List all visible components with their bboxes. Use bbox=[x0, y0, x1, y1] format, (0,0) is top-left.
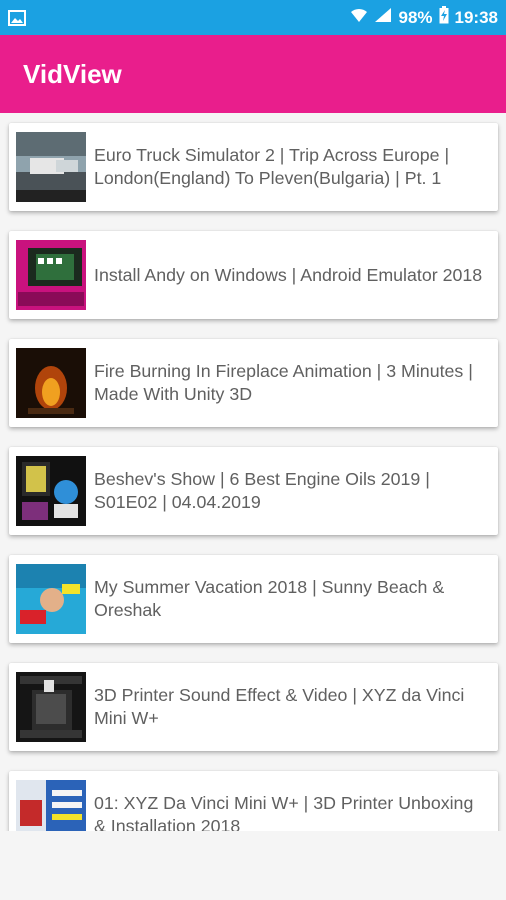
video-list: Euro Truck Simulator 2 | Trip Across Eur… bbox=[0, 113, 506, 831]
video-title: Install Andy on Windows | Android Emulat… bbox=[94, 264, 483, 285]
video-title: 3D Printer Sound Effect & Video | XYZ da… bbox=[94, 685, 465, 728]
signal-icon bbox=[374, 7, 392, 28]
app-bar: VidView bbox=[0, 35, 506, 113]
video-card[interactable]: My Summer Vacation 2018 | Sunny Beach & … bbox=[9, 555, 498, 643]
bottom-blank-area bbox=[0, 831, 506, 900]
video-thumbnail bbox=[16, 780, 86, 831]
video-title: My Summer Vacation 2018 | Sunny Beach & … bbox=[94, 577, 445, 620]
video-card[interactable]: Beshev's Show | 6 Best Engine Oils 2019 … bbox=[9, 447, 498, 535]
video-thumbnail bbox=[16, 456, 86, 526]
status-bar: 98% 19:38 bbox=[0, 0, 506, 35]
video-list-viewport[interactable]: Euro Truck Simulator 2 | Trip Across Eur… bbox=[0, 113, 506, 831]
video-thumbnail bbox=[16, 348, 86, 418]
wifi-icon bbox=[350, 7, 368, 28]
video-card[interactable]: 01: XYZ Da Vinci Mini W+ | 3D Printer Un… bbox=[9, 771, 498, 831]
video-title: Euro Truck Simulator 2 | Trip Across Eur… bbox=[94, 145, 450, 188]
video-title: Beshev's Show | 6 Best Engine Oils 2019 … bbox=[94, 469, 430, 512]
image-icon bbox=[8, 8, 28, 28]
video-thumbnail bbox=[16, 132, 86, 202]
video-title: 01: XYZ Da Vinci Mini W+ | 3D Printer Un… bbox=[94, 793, 474, 831]
video-title: Fire Burning In Fireplace Animation | 3 … bbox=[94, 361, 473, 404]
video-card[interactable]: 3D Printer Sound Effect & Video | XYZ da… bbox=[9, 663, 498, 751]
video-card[interactable]: Install Andy on Windows | Android Emulat… bbox=[9, 231, 498, 319]
video-card[interactable]: Euro Truck Simulator 2 | Trip Across Eur… bbox=[9, 123, 498, 211]
app-title: VidView bbox=[23, 58, 122, 89]
clock: 19:38 bbox=[454, 7, 498, 27]
video-thumbnail bbox=[16, 240, 86, 310]
video-card[interactable]: Fire Burning In Fireplace Animation | 3 … bbox=[9, 339, 498, 427]
video-thumbnail bbox=[16, 672, 86, 742]
battery-percent: 98% bbox=[398, 7, 433, 27]
video-thumbnail bbox=[16, 564, 86, 634]
battery-charging-icon bbox=[439, 6, 449, 29]
